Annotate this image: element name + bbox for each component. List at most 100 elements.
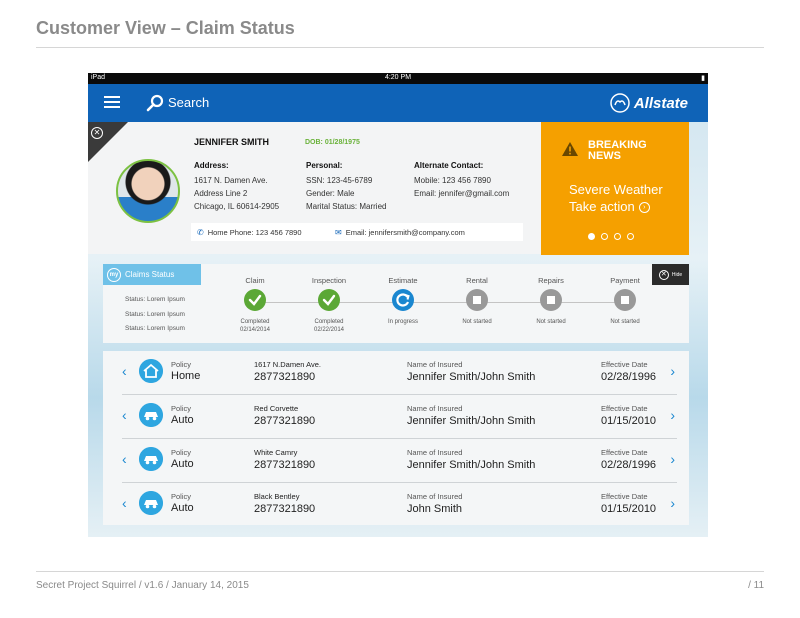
step-status-text: Not started bbox=[610, 319, 640, 325]
insured-name: Jennifer Smith/John Smith bbox=[407, 415, 536, 427]
policy-row-home[interactable]: ‹ Policy Home 1617 N.Damen Ave. 28773218… bbox=[122, 351, 677, 395]
claims-status-tab[interactable]: my Claims Status bbox=[103, 264, 201, 285]
step-repairs[interactable]: Repairs Not started bbox=[516, 276, 586, 326]
effective-date-label: Effective Date bbox=[601, 360, 648, 369]
effective-date-label: Effective Date bbox=[601, 448, 648, 457]
search-icon[interactable] bbox=[146, 94, 164, 112]
alternate-email: Email: jennifer@gmail.com bbox=[414, 189, 510, 198]
step-status: Not started bbox=[590, 318, 660, 326]
footer-meta: Secret Project Squirrel / v1.6 / January… bbox=[36, 580, 249, 591]
home-phone[interactable]: ✆ Home Phone: 123 456 7890 bbox=[197, 228, 302, 237]
insured-label: Name of Insured bbox=[407, 404, 463, 413]
chevron-left-icon[interactable]: ‹ bbox=[122, 495, 127, 511]
policy-kind: Auto bbox=[171, 502, 194, 514]
address-line1: 1617 N. Damen Ave. bbox=[194, 176, 268, 185]
take-action-link[interactable]: Take action › bbox=[569, 198, 663, 215]
customer-name: JENNIFER SMITH bbox=[194, 137, 270, 147]
policy-row-auto[interactable]: ‹ Policy Auto Black Bentley 2877321890 N… bbox=[122, 483, 677, 527]
insured-label: Name of Insured bbox=[407, 360, 463, 369]
customer-dob: DOB: 01/28/1975 bbox=[305, 139, 360, 146]
policy-row-auto[interactable]: ‹ Policy Auto Red Corvette 2877321890 Na… bbox=[122, 395, 677, 439]
chevron-right-icon[interactable]: › bbox=[670, 451, 675, 467]
breaking-title-line2: NEWS bbox=[588, 150, 621, 162]
step-label: Payment bbox=[610, 276, 640, 285]
policy-number: 2877321890 bbox=[254, 503, 316, 515]
step-label: Claim bbox=[245, 276, 265, 285]
policy-kind-label: Policy bbox=[171, 404, 192, 413]
step-date: 02/22/2014 bbox=[313, 327, 345, 333]
step-date: 02/14/2014 bbox=[239, 327, 271, 333]
step-status-text: Not started bbox=[462, 319, 492, 325]
close-icon: ✕ bbox=[658, 269, 669, 280]
chevron-right-icon[interactable]: › bbox=[670, 495, 675, 511]
breaking-news-body: Severe Weather Take action › bbox=[569, 181, 663, 215]
chevron-right-icon[interactable]: › bbox=[670, 407, 675, 423]
car-icon bbox=[139, 491, 163, 515]
breaking-news-card[interactable]: BREAKING NEWS Severe Weather Take action… bbox=[541, 122, 689, 255]
policy-description: White Camry bbox=[254, 448, 298, 457]
page-title: Customer View – Claim Status bbox=[36, 18, 295, 38]
hide-label: Hide bbox=[671, 271, 683, 278]
email-link[interactable]: ✉ Email: jennifersmith@company.com bbox=[335, 228, 465, 237]
step-claim[interactable]: Claim Completed 02/14/2014 bbox=[220, 276, 290, 334]
claims-status-label: Claims Status bbox=[125, 270, 175, 279]
home-icon bbox=[139, 359, 163, 383]
tablet-screen: iPad 4:20 PM ▮ Search Allstate ✕ JENNIFE… bbox=[88, 73, 708, 537]
header-divider bbox=[36, 47, 764, 48]
personal-block: Personal: SSN: 123-45-6789 Gender: Male … bbox=[306, 159, 386, 213]
status-lines: Status: Lorem Ipsum Status: Lorem Ipsum … bbox=[125, 293, 185, 337]
step-status-text: Not started bbox=[536, 319, 566, 325]
hide-button[interactable]: ✕ Hide bbox=[652, 264, 689, 285]
alternate-heading: Alternate Contact: bbox=[414, 161, 484, 170]
step-rental[interactable]: Rental Not started bbox=[442, 276, 512, 326]
policy-number: 2877321890 bbox=[254, 459, 316, 471]
brand-logo: Allstate bbox=[610, 93, 688, 113]
policy-kind-label: Policy bbox=[171, 448, 192, 457]
policy-list: ‹ Policy Home 1617 N.Damen Ave. 28773218… bbox=[103, 351, 689, 525]
policy-number: 2877321890 bbox=[254, 371, 316, 383]
effective-date: 02/28/1996 bbox=[601, 371, 657, 383]
stop-square-icon bbox=[614, 289, 636, 311]
refresh-icon bbox=[392, 289, 414, 311]
warning-icon bbox=[562, 142, 578, 156]
marital-status: Marital Status: Married bbox=[306, 202, 387, 211]
my-badge-icon: my bbox=[107, 267, 121, 282]
step-payment[interactable]: Payment Not started bbox=[590, 276, 660, 326]
chevron-left-icon[interactable]: ‹ bbox=[122, 451, 127, 467]
carousel-dot[interactable] bbox=[627, 233, 634, 240]
allstate-hands-icon bbox=[610, 93, 630, 113]
home-phone-text: Home Phone: 123 456 7890 bbox=[207, 228, 302, 237]
step-estimate[interactable]: Estimate In progress bbox=[368, 276, 438, 326]
carousel-dot[interactable] bbox=[588, 233, 595, 240]
policy-kind: Auto bbox=[171, 414, 194, 426]
step-label: Inspection bbox=[311, 276, 347, 285]
address-block: Address: 1617 N. Damen Ave. Address Line… bbox=[194, 159, 279, 213]
checkmark-icon bbox=[244, 289, 266, 311]
carousel-dot[interactable] bbox=[601, 233, 608, 240]
policy-row-auto[interactable]: ‹ Policy Auto White Camry 2877321890 Nam… bbox=[122, 439, 677, 483]
envelope-icon: ✉ bbox=[335, 228, 342, 237]
search-button[interactable]: Search bbox=[168, 95, 209, 110]
policy-description: Black Bentley bbox=[254, 492, 300, 501]
close-icon[interactable]: ✕ bbox=[91, 127, 103, 139]
car-icon bbox=[139, 403, 163, 427]
stop-square-icon bbox=[540, 289, 562, 311]
effective-date-label: Effective Date bbox=[601, 404, 648, 413]
phone-icon: ✆ bbox=[197, 228, 204, 237]
chevron-left-icon[interactable]: ‹ bbox=[122, 363, 127, 379]
chevron-right-icon[interactable]: › bbox=[670, 363, 675, 379]
insured-name: John Smith bbox=[407, 503, 463, 515]
avatar bbox=[116, 159, 180, 223]
menu-icon[interactable] bbox=[104, 96, 120, 108]
step-inspection[interactable]: Inspection Completed 02/22/2014 bbox=[294, 276, 364, 334]
carousel-dot[interactable] bbox=[614, 233, 621, 240]
policy-description: Red Corvette bbox=[254, 404, 299, 413]
status-line: Status: Lorem Ipsum bbox=[125, 296, 185, 303]
step-label: Rental bbox=[466, 276, 488, 285]
step-status-text: Completed bbox=[314, 319, 344, 325]
effective-date: 02/28/1996 bbox=[601, 459, 657, 471]
customer-profile-card: ✕ JENNIFER SMITH DOB: 01/28/1975 Address… bbox=[88, 122, 541, 254]
gender: Gender: Male bbox=[306, 189, 355, 198]
chevron-left-icon[interactable]: ‹ bbox=[122, 407, 127, 423]
policy-description: 1617 N.Damen Ave. bbox=[254, 360, 321, 369]
